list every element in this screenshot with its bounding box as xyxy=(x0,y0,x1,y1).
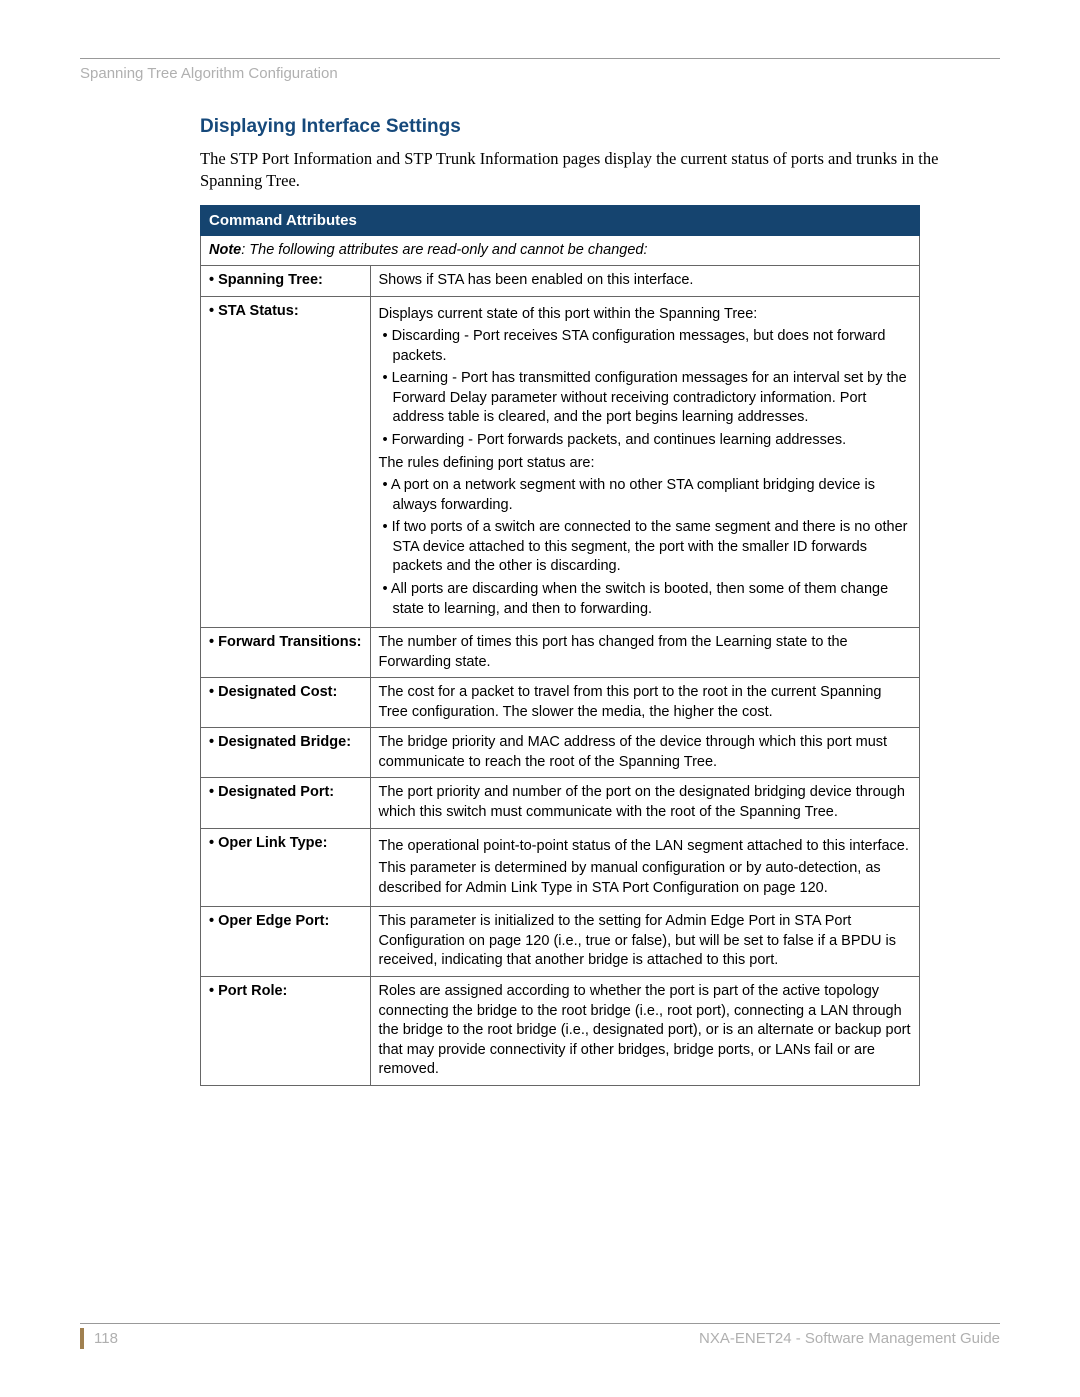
sta-bullet: Discarding - Port receives STA configura… xyxy=(379,327,911,366)
attr-label-oper-edge-port: • Oper Edge Port: xyxy=(201,907,371,977)
table-row: • Designated Bridge: The bridge priority… xyxy=(201,728,920,778)
sta-rule-bullet: If two ports of a switch are connected t… xyxy=(379,518,911,577)
table-note-row: Note: The following attributes are read-… xyxy=(201,235,920,266)
attr-desc-designated-bridge: The bridge priority and MAC address of t… xyxy=(370,728,919,778)
sta-intro: Displays current state of this port with… xyxy=(379,305,911,325)
attr-label-spanning-tree: • Spanning Tree: xyxy=(201,266,371,297)
page-footer: 118 NXA-ENET24 - Software Management Gui… xyxy=(80,1323,1000,1349)
attr-label-designated-bridge: • Designated Bridge: xyxy=(201,728,371,778)
attr-desc-designated-port: The port priority and number of the port… xyxy=(370,778,919,828)
header-rule xyxy=(80,58,1000,59)
table-row: • Oper Link Type: The operational point-… xyxy=(201,828,920,907)
note-label: Note xyxy=(209,242,241,258)
attr-label-sta-status: • STA Status: xyxy=(201,296,371,627)
footer-doc-title: NXA-ENET24 - Software Management Guide xyxy=(699,1330,1000,1347)
table-row: • Port Role: Roles are assigned accordin… xyxy=(201,976,920,1085)
attr-desc-spanning-tree: Shows if STA has been enabled on this in… xyxy=(370,266,919,297)
attr-label-forward-transitions: • Forward Transitions: xyxy=(201,628,371,678)
sta-bullet: Learning - Port has transmitted configur… xyxy=(379,369,911,428)
attr-label-designated-port: • Designated Port: xyxy=(201,778,371,828)
attr-desc-sta-status: Displays current state of this port with… xyxy=(370,296,919,627)
section-title: Displaying Interface Settings xyxy=(200,116,1000,138)
table-header-row: Command Attributes xyxy=(201,205,920,235)
table-row: • Spanning Tree: Shows if STA has been e… xyxy=(201,266,920,297)
attr-label-port-role: • Port Role: xyxy=(201,976,371,1085)
attr-label-oper-link-type: • Oper Link Type: xyxy=(201,828,371,907)
note-body: : The following attributes are read-only… xyxy=(241,242,647,258)
section-intro: The STP Port Information and STP Trunk I… xyxy=(200,148,1000,193)
command-attributes-table: Command Attributes Note: The following a… xyxy=(200,205,920,1086)
running-head: Spanning Tree Algorithm Configuration xyxy=(80,65,1000,82)
attr-label-designated-cost: • Designated Cost: xyxy=(201,678,371,728)
attr-desc-oper-link-type: The operational point-to-point status of… xyxy=(370,828,919,907)
table-note: Note: The following attributes are read-… xyxy=(201,235,920,266)
footer-rule xyxy=(80,1323,1000,1324)
table-row: • Designated Cost: The cost for a packet… xyxy=(201,678,920,728)
sta-rule-bullet: All ports are discarding when the switch… xyxy=(379,580,911,619)
attr-desc-forward-transitions: The number of times this port has change… xyxy=(370,628,919,678)
table-row: • STA Status: Displays current state of … xyxy=(201,296,920,627)
page-number: 118 xyxy=(80,1328,118,1349)
sta-rules-intro: The rules defining port status are: xyxy=(379,454,911,474)
sta-bullet: Forwarding - Port forwards packets, and … xyxy=(379,431,911,451)
attr-desc-oper-edge-port: This parameter is initialized to the set… xyxy=(370,907,919,977)
oper-link-line: The operational point-to-point status of… xyxy=(379,837,911,857)
table-row: • Designated Port: The port priority and… xyxy=(201,778,920,828)
oper-link-line: This parameter is determined by manual c… xyxy=(379,859,911,898)
table-row: • Oper Edge Port: This parameter is init… xyxy=(201,907,920,977)
attr-desc-port-role: Roles are assigned according to whether … xyxy=(370,976,919,1085)
table-row: • Forward Transitions: The number of tim… xyxy=(201,628,920,678)
table-header: Command Attributes xyxy=(201,205,920,235)
sta-rule-bullet: A port on a network segment with no othe… xyxy=(379,476,911,515)
attr-desc-designated-cost: The cost for a packet to travel from thi… xyxy=(370,678,919,728)
